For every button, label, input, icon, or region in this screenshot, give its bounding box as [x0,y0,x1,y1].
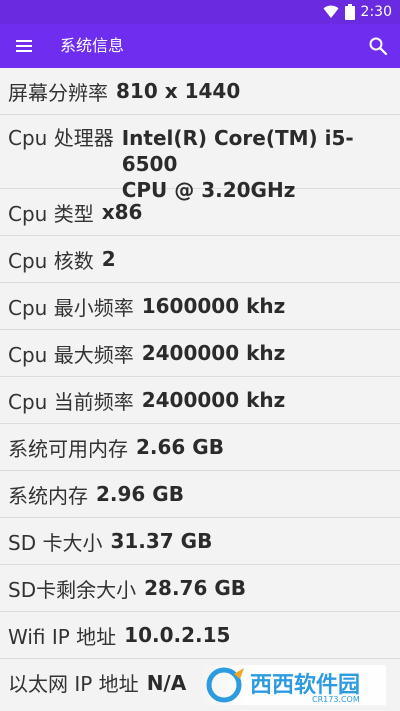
system-info-list: 屏幕分辨率 810 x 1440 Cpu 处理器 Intel(R) Core(T… [0,68,400,706]
info-label: 系统内存 [8,483,88,508]
info-label: 屏幕分辨率 [8,80,108,105]
info-value: 810 x 1440 [116,79,241,103]
info-label: Cpu 类型 [8,201,94,226]
info-row-cpu-cores: Cpu 核数 2 [0,236,400,283]
info-value: N/A [146,670,187,695]
info-label: Cpu 处理器 [8,126,114,150]
info-row-available-memory: 系统可用内存 2.66 GB [0,424,400,471]
info-value-line-1: Intel(R) Core(TM) i5-6500 [121,126,354,176]
info-row-sd-card-free: SD卡剩余大小 28.76 GB [0,565,400,612]
info-value: 10.0.2.15 [124,623,231,647]
wifi-icon [323,5,339,18]
info-value: 2400000 khz [141,341,286,365]
info-value-line-2: CPU @ 3.20GHz [121,178,296,202]
search-icon[interactable] [368,36,388,56]
watermark-logo: 西西软件园 CR173.COM [200,665,386,705]
info-value: 2.96 GB [96,482,184,506]
info-label: SD 卡大小 [8,530,103,555]
info-row-cpu-current-freq: Cpu 当前频率 2400000 khz [0,377,400,424]
info-label: Wifi IP 地址 [8,624,117,649]
info-value: 28.76 GB [144,576,246,600]
info-label: Cpu 最小频率 [8,295,134,320]
info-row-cpu-max-freq: Cpu 最大频率 2400000 khz [0,330,400,377]
info-row-screen-resolution: 屏幕分辨率 810 x 1440 [0,68,400,115]
battery-icon [344,4,355,20]
page-title: 系统信息 [60,36,125,55]
info-row-wifi-ip: Wifi IP 地址 10.0.2.15 [0,612,400,659]
info-value: 31.37 GB [110,529,213,553]
info-label: 系统可用内存 [8,436,128,461]
status-time: 2:30 [360,4,392,20]
info-value: 2400000 khz [141,388,286,412]
info-value: 1600000 khz [141,294,286,318]
info-label: SD卡剩余大小 [8,577,137,602]
info-value: 2 [101,247,116,271]
app-bar: 系统信息 [0,24,400,68]
status-icons: 2:30 [323,3,392,21]
info-row-total-memory: 系统内存 2.96 GB [0,471,400,518]
info-value: 2.66 GB [136,435,224,459]
info-row-sd-card-size: SD 卡大小 31.37 GB [0,518,400,565]
info-row-cpu-processor: Cpu 处理器 Intel(R) Core(TM) i5-6500 CPU @ … [0,115,400,202]
watermark-subtext: CR173.COM [312,695,360,704]
hamburger-menu-icon[interactable] [14,36,34,56]
info-row-cpu-min-freq: Cpu 最小频率 1600000 khz [0,283,400,330]
info-label: Cpu 核数 [8,248,94,273]
info-label: 以太网 IP 地址 [8,672,139,696]
info-value: x86 [101,200,143,224]
info-value: Intel(R) Core(TM) i5-6500 CPU @ 3.20GHz [122,125,392,203]
info-label: Cpu 最大频率 [8,342,134,367]
info-label: Cpu 当前频率 [8,389,134,414]
status-bar: 2:30 [0,0,400,24]
